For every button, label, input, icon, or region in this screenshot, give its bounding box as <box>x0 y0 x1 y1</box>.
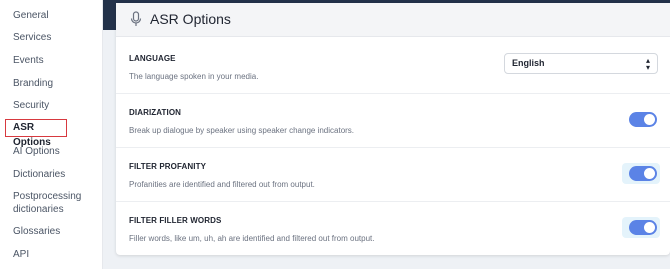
diarization-toggle[interactable] <box>629 112 657 127</box>
filter-profanity-toggle[interactable] <box>629 166 657 181</box>
setting-row-diarization: DIARIZATION Break up dialogue by speaker… <box>116 94 670 148</box>
sidebar-item-events[interactable]: Events <box>0 54 100 67</box>
sidebar-item-glossaries[interactable]: Glossaries <box>0 225 100 238</box>
language-select[interactable]: English ▴ ▾ <box>504 53 658 74</box>
setting-row-filter-filler-words: FILTER FILLER WORDS Filler words, like u… <box>116 202 670 256</box>
select-arrows-icon: ▴ ▾ <box>645 56 650 72</box>
sidebar-item-ai-options[interactable]: AI Options <box>0 145 100 158</box>
toggle-knob <box>644 114 655 125</box>
setting-row-filter-profanity: FILTER PROFANITY Profanities are identif… <box>116 148 670 202</box>
setting-label: FILTER PROFANITY <box>129 162 207 171</box>
asr-options-panel: ASR Options LANGUAGE The language spoken… <box>116 3 670 255</box>
page-title: ASR Options <box>150 11 231 27</box>
panel-header: ASR Options <box>116 3 670 37</box>
setting-label: DIARIZATION <box>129 108 182 117</box>
sidebar-item-general[interactable]: General <box>0 9 100 22</box>
sidebar-item-api[interactable]: API <box>0 248 100 261</box>
setting-description: Filler words, like um, uh, ah are identi… <box>129 234 375 243</box>
setting-description: The language spoken in your media. <box>129 72 259 81</box>
toggle-knob <box>644 168 655 179</box>
sidebar-item-asr-options[interactable]: ASR Options <box>5 119 67 148</box>
setting-description: Break up dialogue by speaker using speak… <box>129 126 355 135</box>
filter-filler-words-toggle[interactable] <box>629 220 657 235</box>
sidebar-item-security[interactable]: Security <box>0 99 100 112</box>
sidebar-item-dictionaries[interactable]: Dictionaries <box>0 168 100 181</box>
sidebar-item-services[interactable]: Services <box>0 31 100 44</box>
microphone-icon <box>130 11 142 26</box>
setting-label: FILTER FILLER WORDS <box>129 216 222 225</box>
sidebar-item-postprocessing[interactable]: Postprocessing <box>0 190 100 203</box>
setting-description: Profanities are identified and filtered … <box>129 180 315 189</box>
language-select-value: English <box>512 58 545 68</box>
sidebar-item-postprocessing-dictionaries[interactable]: dictionaries <box>0 203 100 216</box>
sidebar-item-branding[interactable]: Branding <box>0 77 100 90</box>
toggle-knob <box>644 222 655 233</box>
header-bar <box>103 0 117 30</box>
setting-label: LANGUAGE <box>129 54 176 63</box>
setting-row-language: LANGUAGE The language spoken in your med… <box>116 40 670 94</box>
sidebar: General Services Events Branding Securit… <box>0 0 103 269</box>
